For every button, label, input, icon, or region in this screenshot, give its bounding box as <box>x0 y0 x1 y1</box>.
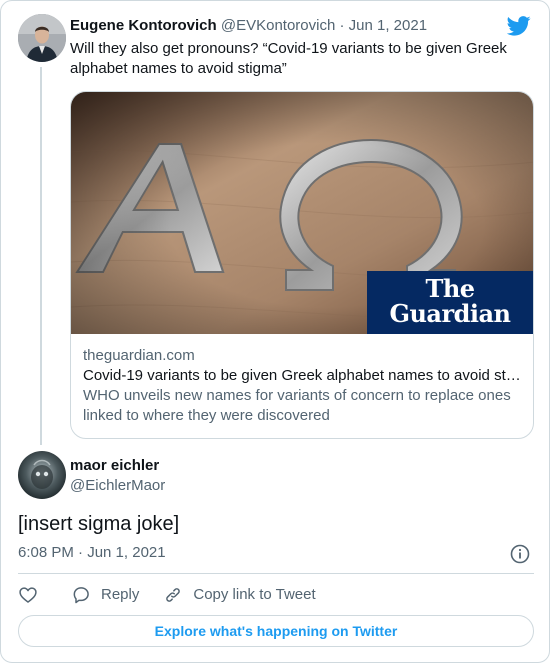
guardian-logo: The Guardian <box>367 271 533 334</box>
link-preview-card[interactable]: The Guardian theguardian.com Covid-19 va… <box>70 91 534 439</box>
thread-connector-line <box>40 67 42 445</box>
divider <box>18 573 534 574</box>
link-preview-meta: theguardian.com Covid-19 variants to be … <box>71 334 533 426</box>
article-preview-image: The Guardian <box>71 92 533 334</box>
info-icon[interactable] <box>510 544 530 564</box>
explore-twitter-button[interactable]: Explore what's happening on Twitter <box>18 615 534 647</box>
author-avatar[interactable] <box>18 451 66 499</box>
link-title: Covid-19 variants to be given Greek alph… <box>83 367 521 384</box>
reply-label: Reply <box>101 586 140 603</box>
quoted-tweet-header: Eugene Kontorovich @EVKontorovich · Jun … <box>70 16 427 36</box>
heart-icon <box>19 587 37 603</box>
author-name[interactable]: maor eichler <box>70 456 159 476</box>
tweet-embed-card: Eugene Kontorovich @EVKontorovich · Jun … <box>0 0 550 663</box>
quoted-author-handle[interactable]: @EVKontorovich <box>221 17 335 34</box>
reply-button[interactable]: Reply <box>71 585 139 605</box>
link-domain: theguardian.com <box>83 347 195 364</box>
quoted-author-name[interactable]: Eugene Kontorovich <box>70 17 217 34</box>
link-chain-icon <box>166 588 181 602</box>
twitter-bird-icon[interactable] <box>507 15 531 37</box>
quoted-tweet-date[interactable]: Jun 1, 2021 <box>349 17 427 34</box>
quoted-tweet-text: Will they also get pronouns? “Covid-19 v… <box>70 40 507 77</box>
like-button[interactable] <box>18 585 38 605</box>
copy-link-button[interactable]: Copy link to Tweet <box>163 585 316 605</box>
author-handle[interactable]: @EichlerMaor <box>70 476 165 496</box>
tweet-timestamp[interactable]: 6:08 PM · Jun 1, 2021 <box>18 543 166 563</box>
tweet-text: [insert sigma joke] <box>18 513 180 535</box>
link-description: WHO unveils new names for variants of co… <box>83 387 511 424</box>
reply-bubble-icon <box>73 587 89 604</box>
header-separator: · <box>339 17 345 34</box>
quoted-author-avatar[interactable] <box>18 14 66 62</box>
copy-link-label: Copy link to Tweet <box>193 586 316 603</box>
tweet-actions: Reply Copy link to Tweet <box>18 584 316 606</box>
